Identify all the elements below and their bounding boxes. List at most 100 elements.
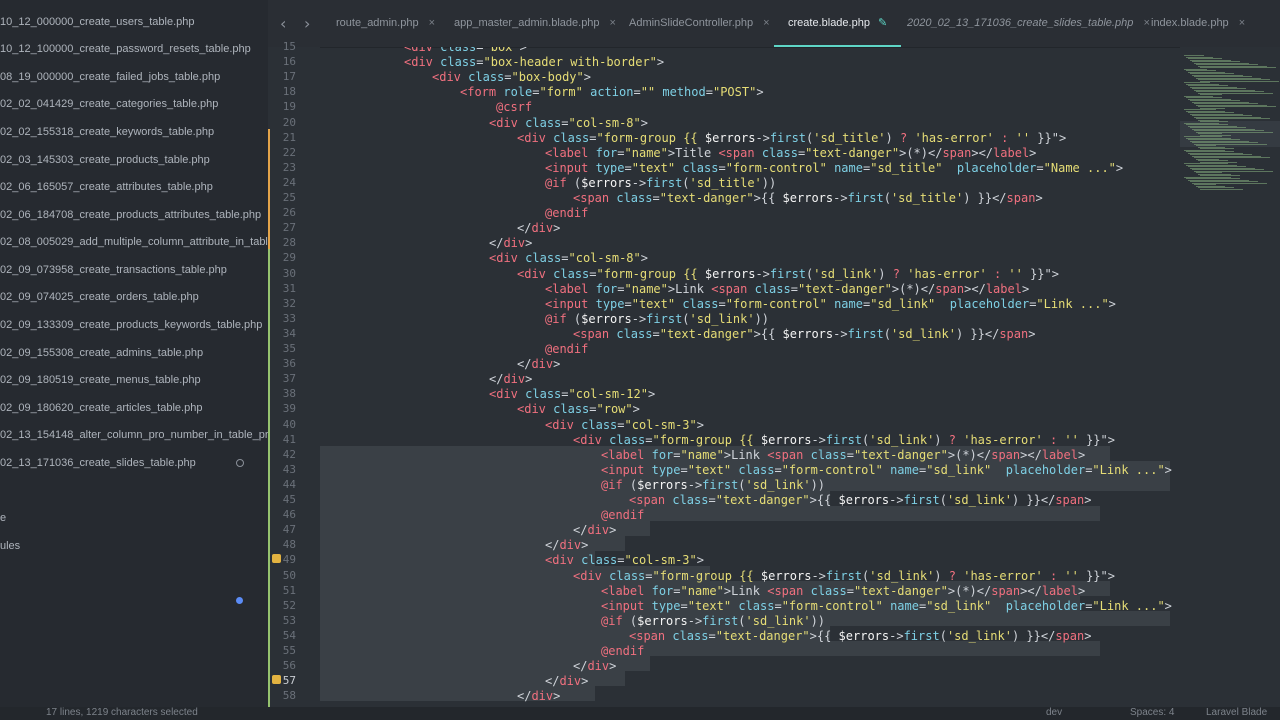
sidebar-file-item[interactable]: 02_13_154148_alter_column_pro_number_in_… [0,425,268,445]
sidebar-file-item[interactable]: 02_09_155308_create_admins_table.php [0,343,268,363]
line-number: 38 [282,387,296,401]
forward-arrow-icon[interactable]: › [304,14,310,33]
line-number: 58 [282,689,296,703]
line-number: 47 [282,523,296,537]
tab-route-admin[interactable]: route_admin.php × [336,0,435,47]
line-number: 23 [282,160,296,174]
git-branch-status[interactable]: dev [1046,707,1062,718]
line-number: 18 [282,85,296,99]
sidebar-file-item[interactable]: 02_13_171036_create_slides_table.php [0,453,268,473]
line-number: 56 [282,659,296,673]
syntax-status[interactable]: Laravel Blade [1206,707,1267,718]
added-marker [268,249,270,707]
code-line: <div class="row"> [517,402,640,417]
line-number: 52 [282,598,296,612]
line-number: 31 [282,281,296,295]
line-number: 19 [282,100,296,114]
sidebar-file-item[interactable]: 02_02_041429_create_categories_table.php [0,94,268,114]
close-icon[interactable]: × [610,17,616,29]
code-line: @csrf [496,100,533,115]
line-number: 25 [282,191,296,204]
lightbulb-icon[interactable] [272,675,281,684]
line-number: 27 [282,221,296,235]
sidebar-file-item[interactable]: 02_09_074025_create_orders_table.php [0,287,268,307]
sidebar-file-item[interactable]: 02_09_180519_create_menus_table.php [0,370,268,390]
code-line: <input type="text" class="form-control" … [601,598,1172,613]
line-number: 53 [282,613,296,627]
sidebar-folder-item[interactable]: e [0,508,268,528]
line-number: 41 [282,432,296,446]
code-line: <div class="col-sm-3"> [545,417,704,432]
code-line: <div class="col-sm-8"> [489,115,648,130]
line-number: 20 [282,115,296,129]
sidebar-file-item[interactable]: 02_02_155318_create_keywords_table.php [0,122,268,142]
line-number: 55 [282,644,296,657]
minimap[interactable] [1180,47,1280,707]
code-line: <div class="col-sm-12"> [489,387,656,402]
line-number: 40 [282,417,296,431]
line-number: 35 [282,342,296,355]
code-line: @endif [601,508,645,523]
code-line: <form role="form" action="" method="POST… [460,85,764,100]
code-line: <div class="form-group {{ $errors->first… [517,266,1059,281]
tab-admin-slide-controller[interactable]: AdminSlideController.php × [629,0,770,47]
tab-index-blade[interactable]: index.blade.php × [1151,0,1245,47]
tab-app-master-admin[interactable]: app_master_admin.blade.php × [454,0,616,47]
sidebar-file-item[interactable]: 08_19_000000_create_failed_jobs_table.ph… [0,67,268,87]
line-number: 37 [282,372,296,386]
sidebar-file-item[interactable]: 10_12_000000_create_users_table.php [0,12,268,32]
sidebar-file-item[interactable]: 02_06_184708_create_products_attributes_… [0,205,268,225]
line-number: 46 [282,508,296,522]
code-editor[interactable]: <div class="box"> <div class="box-header … [320,47,1180,707]
code-line: @if ($errors->first('sd_title')) [545,175,777,190]
code-line: @if ($errors->first('sd_link')) [601,613,826,628]
tab-create-blade[interactable]: create.blade.php ✎ [774,0,902,47]
close-icon[interactable]: × [1143,17,1149,29]
code-line: <div class="box-body"> [432,70,591,85]
indentation-status[interactable]: Spaces: 4 [1130,707,1174,718]
lightbulb-icon[interactable] [272,554,281,563]
code-line: </div> [545,674,589,689]
sidebar-file-item[interactable]: 02_06_165057_create_attributes_table.php [0,177,268,197]
sidebar-file-item[interactable]: 10_12_100000_create_password_resets_tabl… [0,39,268,59]
line-number: 54 [282,628,296,642]
sidebar-file-item[interactable]: 02_09_073958_create_transactions_table.p… [0,260,268,280]
file-sidebar: 10_12_000000_create_users_table.php 10_1… [0,0,268,720]
tab-create-slides-table[interactable]: 2020_02_13_171036_create_slides_table.ph… [907,0,1150,47]
line-number: 51 [282,583,296,597]
line-number: 44 [282,477,296,491]
code-line: <label for="name">Title <span class="tex… [545,145,1037,160]
close-icon[interactable]: × [1239,17,1245,29]
code-line: @if ($errors->first('sd_link')) [545,311,770,326]
sidebar-file-item[interactable]: 02_09_133309_create_products_keywords_ta… [0,315,268,335]
code-line: @endif [545,342,589,356]
line-number: 21 [282,130,296,144]
code-line: <div class="box-header with-border"> [404,55,665,70]
line-number: 43 [282,462,296,476]
close-icon[interactable]: × [763,17,769,29]
code-line: <label for="name">Link <span class="text… [545,281,1030,296]
line-number: 57 [282,674,296,688]
line-number: 32 [282,296,296,310]
line-number: 24 [282,175,296,189]
sidebar-folder-item[interactable]: ules [0,536,268,556]
sidebar-file-item[interactable]: 02_09_180620_create_articles_table.php [0,398,268,418]
code-line: </div> [517,221,561,236]
sidebar-file-item[interactable]: 02_03_145303_create_products_table.php [0,150,268,170]
code-line: <div class="form-group {{ $errors->first… [573,568,1115,583]
code-line: <div class="box"> [404,47,527,54]
pencil-icon[interactable]: ✎ [878,17,887,29]
line-number-gutter: 15 16 17 18 19 20 21 22 23 24 25 26 27 28 29 30 31 32 33 34… [268,40,320,707]
code-line: <label for="name">Link <span class="text… [601,583,1086,598]
code-line: @endif [545,206,589,221]
code-line: <span class="text-danger">{{ $errors->fi… [629,493,1092,507]
close-icon[interactable]: × [429,17,435,29]
code-line: <label for="name">Link <span class="text… [601,447,1086,462]
sidebar-file-item[interactable]: 02_08_005029_add_multiple_column_attribu… [0,232,268,252]
back-arrow-icon[interactable]: ‹ [280,14,286,33]
code-line: <input type="text" class="form-control" … [545,160,1124,175]
status-dot-icon [236,597,243,604]
code-line: <input type="text" class="form-control" … [601,462,1172,477]
code-line: </div> [517,689,561,704]
code-line: @if ($errors->first('sd_link')) [601,477,826,492]
